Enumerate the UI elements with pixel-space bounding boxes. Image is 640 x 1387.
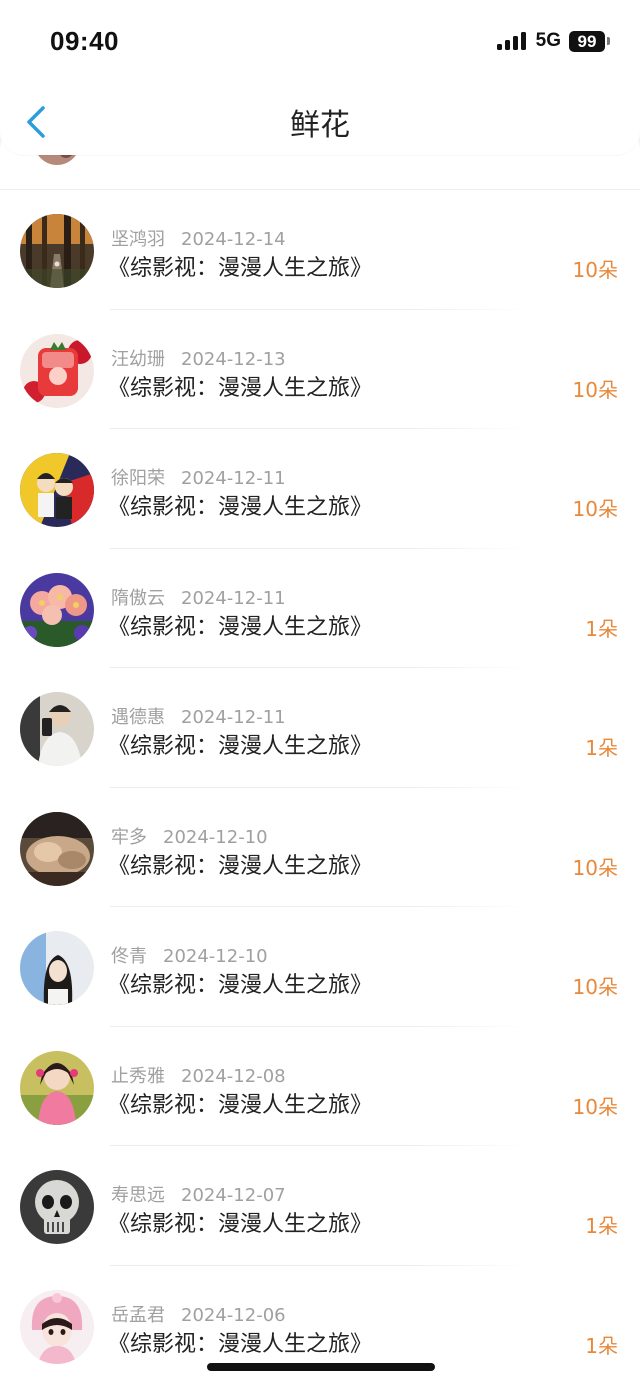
user-name: 坚鸿羽 (111, 229, 165, 250)
flower-amount: 1朵 (585, 616, 618, 641)
girl-portrait-avatar[interactable] (20, 931, 94, 1005)
anime-girl-avatar[interactable] (20, 1289, 94, 1364)
gift-date: 2024-12-11 (181, 468, 286, 489)
gift-date: 2024-12-10 (163, 946, 268, 967)
forest-avatar[interactable] (20, 214, 94, 288)
gift-date: 2024-12-11 (181, 587, 286, 609)
flower-amount: 10朵 (572, 377, 618, 402)
strawberry-drink-avatar[interactable] (20, 333, 94, 408)
couple-cartoon-avatar[interactable] (20, 453, 94, 527)
book-title: 《综影视：漫漫人生之旅》 (108, 734, 373, 759)
gift-date: 2024-12-08 (181, 1065, 286, 1087)
status-indicators: 5G 99 (496, 30, 610, 52)
flower-amount: 10朵 (572, 497, 618, 521)
page-title: 鲜花 (290, 108, 350, 143)
book-title: 《综影视：漫漫人生之旅》 (108, 495, 373, 520)
signal-icon (496, 32, 526, 50)
list-item[interactable]: 止秀雅 2024-12-08 《综影视：漫漫人生之旅》 10朵 (0, 1027, 640, 1146)
flower-amount: 10朵 (572, 855, 618, 880)
battery-icon: 99 (569, 30, 610, 52)
network-type: 5G (535, 30, 561, 51)
header: 09:40 5G 99 鲜花 (0, 0, 640, 155)
status-time: 09:40 (50, 26, 119, 56)
battery-level: 99 (569, 30, 605, 52)
user-name: 岳孟君 (111, 1304, 165, 1326)
gift-date: 2024-12-06 (181, 1304, 286, 1326)
flower-amount: 1朵 (585, 1214, 618, 1238)
user-name: 止秀雅 (111, 1065, 165, 1087)
gift-date: 2024-12-11 (181, 707, 286, 728)
screen: 坚鸿羽 2024-12-14 《综影视：漫漫人生之旅》 10朵 汪幼珊 2024… (0, 0, 640, 1387)
user-name: 牢多 (111, 826, 147, 848)
skull-avatar[interactable] (20, 1170, 94, 1244)
book-title: 《综影视：漫漫人生之旅》 (108, 256, 373, 281)
list-item[interactable]: 隋傲云 2024-12-11 《综影视：漫漫人生之旅》 1朵 (0, 549, 640, 668)
list-item[interactable]: 佟青 2024-12-10 《综影视：漫漫人生之旅》 10朵 (0, 907, 640, 1027)
book-title: 《综影视：漫漫人生之旅》 (108, 1331, 373, 1357)
gift-list[interactable]: 坚鸿羽 2024-12-14 《综影视：漫漫人生之旅》 10朵 汪幼珊 2024… (0, 125, 640, 1387)
book-title: 《综影视：漫漫人生之旅》 (108, 853, 373, 879)
list-item[interactable]: 徐阳荣 2024-12-11 《综影视：漫漫人生之旅》 10朵 (0, 429, 640, 549)
gift-date: 2024-12-14 (181, 229, 286, 250)
flower-amount: 10朵 (572, 258, 618, 282)
user-name: 徐阳荣 (111, 468, 165, 489)
gift-date: 2024-12-13 (181, 348, 286, 370)
book-title: 《综影视：漫漫人生之旅》 (108, 614, 373, 640)
gift-date: 2024-12-07 (181, 1185, 286, 1206)
flower-amount: 1朵 (585, 736, 618, 760)
list-item[interactable]: 牢多 2024-12-10 《综影视：漫漫人生之旅》 10朵 (0, 788, 640, 907)
mirror-selfie-avatar[interactable] (20, 692, 94, 766)
list-item[interactable]: 汪幼珊 2024-12-13 《综影视：漫漫人生之旅》 10朵 (0, 310, 640, 429)
flower-amount: 1朵 (585, 1333, 618, 1358)
book-title: 《综影视：漫漫人生之旅》 (108, 973, 373, 998)
list-item[interactable]: 寿思远 2024-12-07 《综影视：漫漫人生之旅》 1朵 (0, 1146, 640, 1266)
child-pink-avatar[interactable] (20, 1050, 94, 1125)
user-name: 佟青 (111, 946, 147, 967)
flower-amount: 10朵 (572, 1094, 618, 1119)
gift-date: 2024-12-10 (163, 826, 268, 848)
list-item[interactable]: 坚鸿羽 2024-12-14 《综影视：漫漫人生之旅》 10朵 (0, 190, 640, 310)
flower-amount: 10朵 (572, 975, 618, 999)
sleeping-pet-avatar[interactable] (20, 811, 94, 886)
user-name: 隋傲云 (111, 587, 165, 609)
pink-flowers-avatar[interactable] (20, 572, 94, 647)
list-item[interactable]: 遇德惠 2024-12-11 《综影视：漫漫人生之旅》 1朵 (0, 668, 640, 788)
user-name: 汪幼珊 (111, 348, 165, 370)
book-title: 《综影视：漫漫人生之旅》 (108, 375, 373, 401)
user-name: 寿思远 (111, 1185, 165, 1206)
book-title: 《综影视：漫漫人生之旅》 (108, 1212, 373, 1237)
user-name: 遇德惠 (111, 707, 165, 728)
book-title: 《综影视：漫漫人生之旅》 (108, 1092, 373, 1118)
home-indicator[interactable] (207, 1363, 435, 1371)
